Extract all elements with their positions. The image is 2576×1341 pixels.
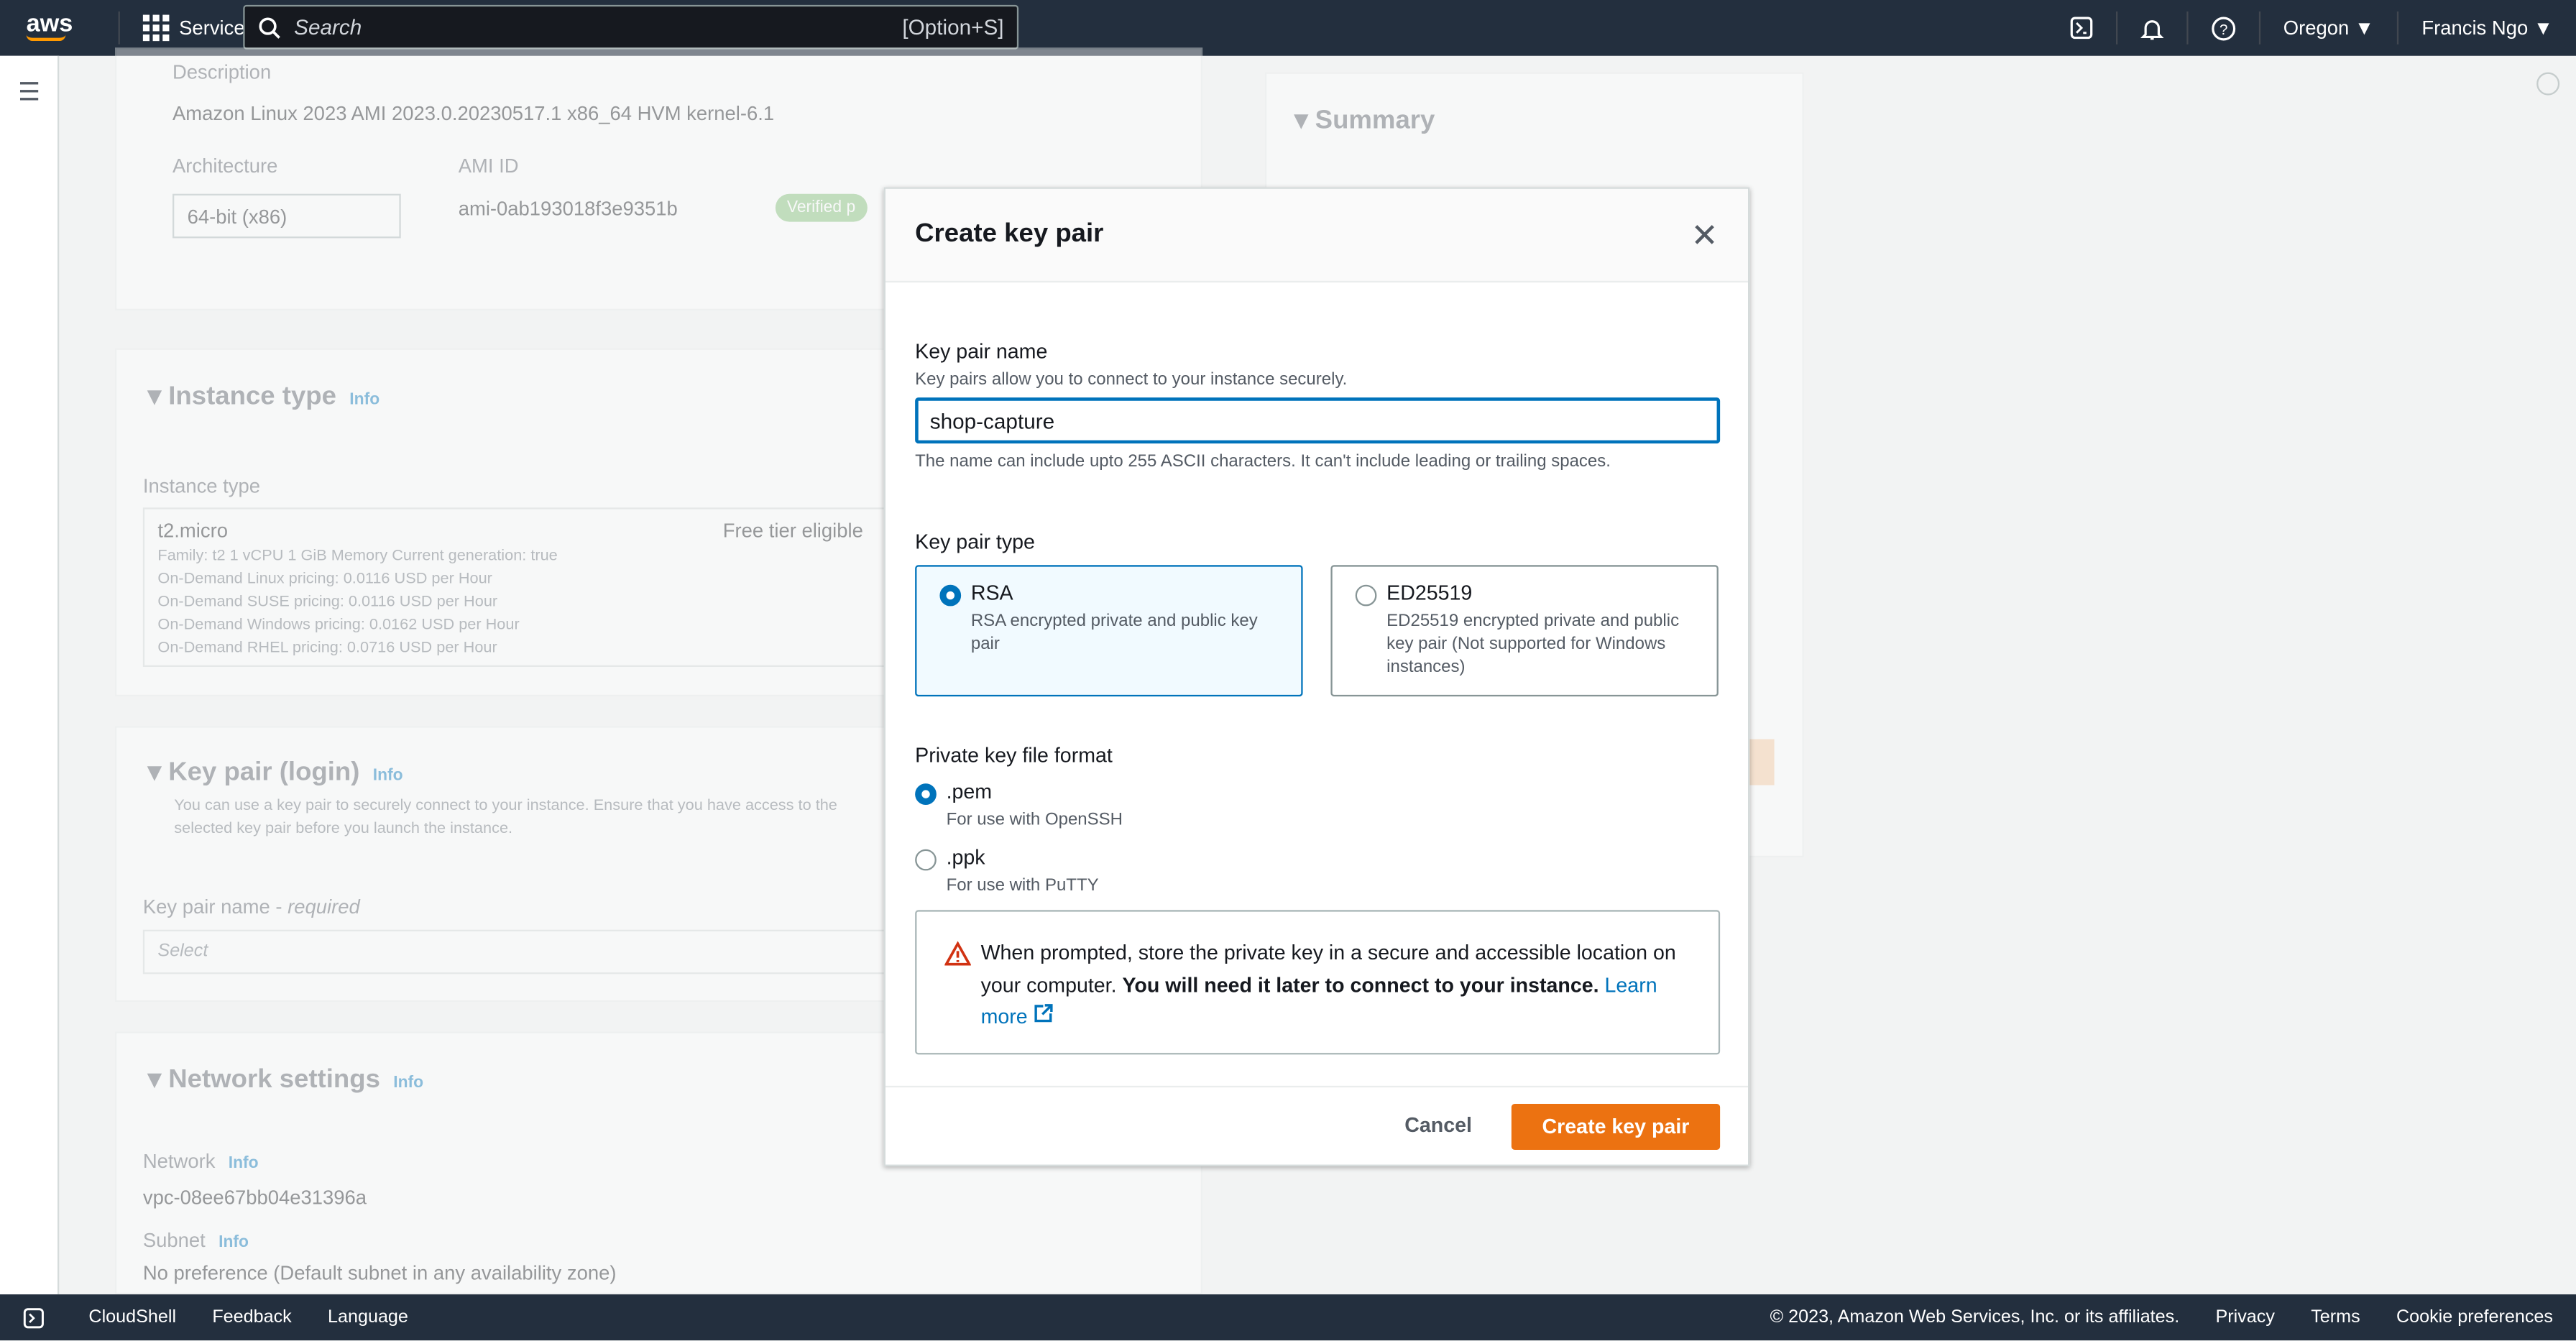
- external-link-icon: [1034, 1004, 1053, 1023]
- warning-bold-text: You will need it later to connect to you…: [1122, 973, 1599, 997]
- grid-icon: [142, 14, 170, 42]
- ppk-description: For use with PuTTY: [946, 875, 1099, 895]
- help-icon[interactable]: ?: [2186, 11, 2259, 45]
- search-shortcut: [Option+S]: [902, 14, 1004, 40]
- key-pair-name-input[interactable]: shop-capture: [915, 397, 1721, 444]
- cookie-preferences-link[interactable]: Cookie preferences: [2396, 1307, 2553, 1327]
- cloudshell-button[interactable]: CloudShell: [23, 1307, 176, 1328]
- bell-icon[interactable]: [2115, 11, 2186, 45]
- copyright: © 2023, Amazon Web Services, Inc. or its…: [1770, 1307, 2180, 1327]
- required-label: required: [288, 895, 360, 918]
- aws-logo[interactable]: aws: [26, 11, 92, 42]
- rsa-label: RSA: [970, 581, 1013, 605]
- subnet-value: No preference (Default subnet in any ava…: [142, 1261, 617, 1285]
- ed25519-label: ED25519: [1386, 581, 1473, 605]
- svg-text:?: ?: [2220, 21, 2227, 37]
- warning-alert: When prompted, store the private key in …: [915, 910, 1721, 1055]
- key-type-rsa-tile[interactable]: RSA RSA encrypted private and public key…: [915, 565, 1303, 697]
- user-menu[interactable]: Francis Ngo ▼: [2397, 11, 2576, 45]
- verified-badge: Verified p: [775, 193, 868, 222]
- summary-title: Summary: [1315, 106, 1435, 135]
- subnet-label: Subnet: [142, 1228, 206, 1252]
- close-icon[interactable]: ✕: [1691, 214, 1719, 255]
- side-navigation: ☰: [0, 55, 60, 1295]
- architecture-select: 64-bit (x86): [172, 193, 401, 239]
- key-pair-section-description: You can use a key pair to securely conne…: [174, 796, 837, 838]
- ed25519-radio[interactable]: [1355, 584, 1377, 607]
- terms-link[interactable]: Terms: [2311, 1307, 2360, 1327]
- info-icon: [2536, 72, 2560, 96]
- description-value: Amazon Linux 2023 AMI 2023.0.20230517.1 …: [172, 101, 775, 125]
- cancel-button[interactable]: Cancel: [1404, 1114, 1472, 1137]
- file-format-label: Private key file format: [915, 744, 1113, 768]
- network-value: vpc-08ee67bb04e31396a: [142, 1186, 367, 1209]
- key-pair-section-title: Key pair (login): [168, 758, 360, 787]
- menu-icon[interactable]: ☰: [18, 77, 40, 107]
- search-icon: [259, 17, 280, 38]
- free-tier-label: Free tier eligible: [722, 519, 863, 543]
- language-link[interactable]: Language: [328, 1307, 408, 1327]
- network-label: Network: [142, 1149, 216, 1173]
- warning-icon: [944, 941, 971, 966]
- services-menu[interactable]: Services: [118, 11, 254, 45]
- pem-radio[interactable]: [915, 783, 937, 805]
- search-placeholder: Search: [294, 14, 362, 40]
- key-pair-type-label: Key pair type: [915, 530, 1035, 554]
- create-key-pair-button[interactable]: Create key pair: [1511, 1103, 1721, 1150]
- key-pair-name-label: Key pair name: [915, 340, 1048, 364]
- footer: CloudShell Feedback Language © 2023, Ama…: [0, 1294, 2576, 1341]
- key-pair-name-hint: The name can include upto 255 ASCII char…: [915, 451, 1611, 471]
- rsa-description: RSA encrypted private and public key pai…: [970, 611, 1258, 654]
- search-input[interactable]: Search [Option+S]: [243, 4, 1019, 50]
- ed25519-description: ED25519 encrypted private and public key…: [1386, 611, 1680, 677]
- ami-id-value: ami-0ab193018f3e9351b: [458, 197, 678, 221]
- privacy-link[interactable]: Privacy: [2215, 1307, 2274, 1327]
- cloudshell-icon: [23, 1307, 44, 1328]
- region-selector[interactable]: Oregon ▼: [2258, 11, 2397, 45]
- pem-label[interactable]: .pem: [947, 780, 993, 803]
- instance-type-label: Instance type: [142, 474, 261, 498]
- instance-type-title: Instance type: [168, 382, 336, 411]
- info-link: Info: [349, 390, 380, 410]
- dialog-title: Create key pair: [915, 220, 1104, 249]
- ppk-radio[interactable]: [915, 849, 937, 871]
- cloudshell-icon[interactable]: [2047, 11, 2116, 45]
- key-pair-name-bg-label: Key pair name -: [142, 895, 288, 918]
- architecture-label: Architecture: [172, 154, 278, 178]
- network-settings-title: Network settings: [168, 1066, 380, 1095]
- ppk-label[interactable]: .ppk: [947, 846, 985, 869]
- key-type-ed25519-tile[interactable]: ED25519 ED25519 encrypted private and pu…: [1330, 565, 1719, 697]
- pem-description: For use with OpenSSH: [946, 809, 1123, 830]
- ami-id-label: AMI ID: [458, 154, 519, 178]
- feedback-link[interactable]: Feedback: [212, 1307, 291, 1327]
- create-key-pair-dialog: Create key pair ✕ Key pair name Key pairs…: [883, 187, 1750, 1166]
- rsa-radio[interactable]: [939, 584, 962, 607]
- key-pair-name-description: Key pairs allow you to connect to your i…: [915, 369, 1348, 390]
- description-label: Description: [172, 60, 272, 84]
